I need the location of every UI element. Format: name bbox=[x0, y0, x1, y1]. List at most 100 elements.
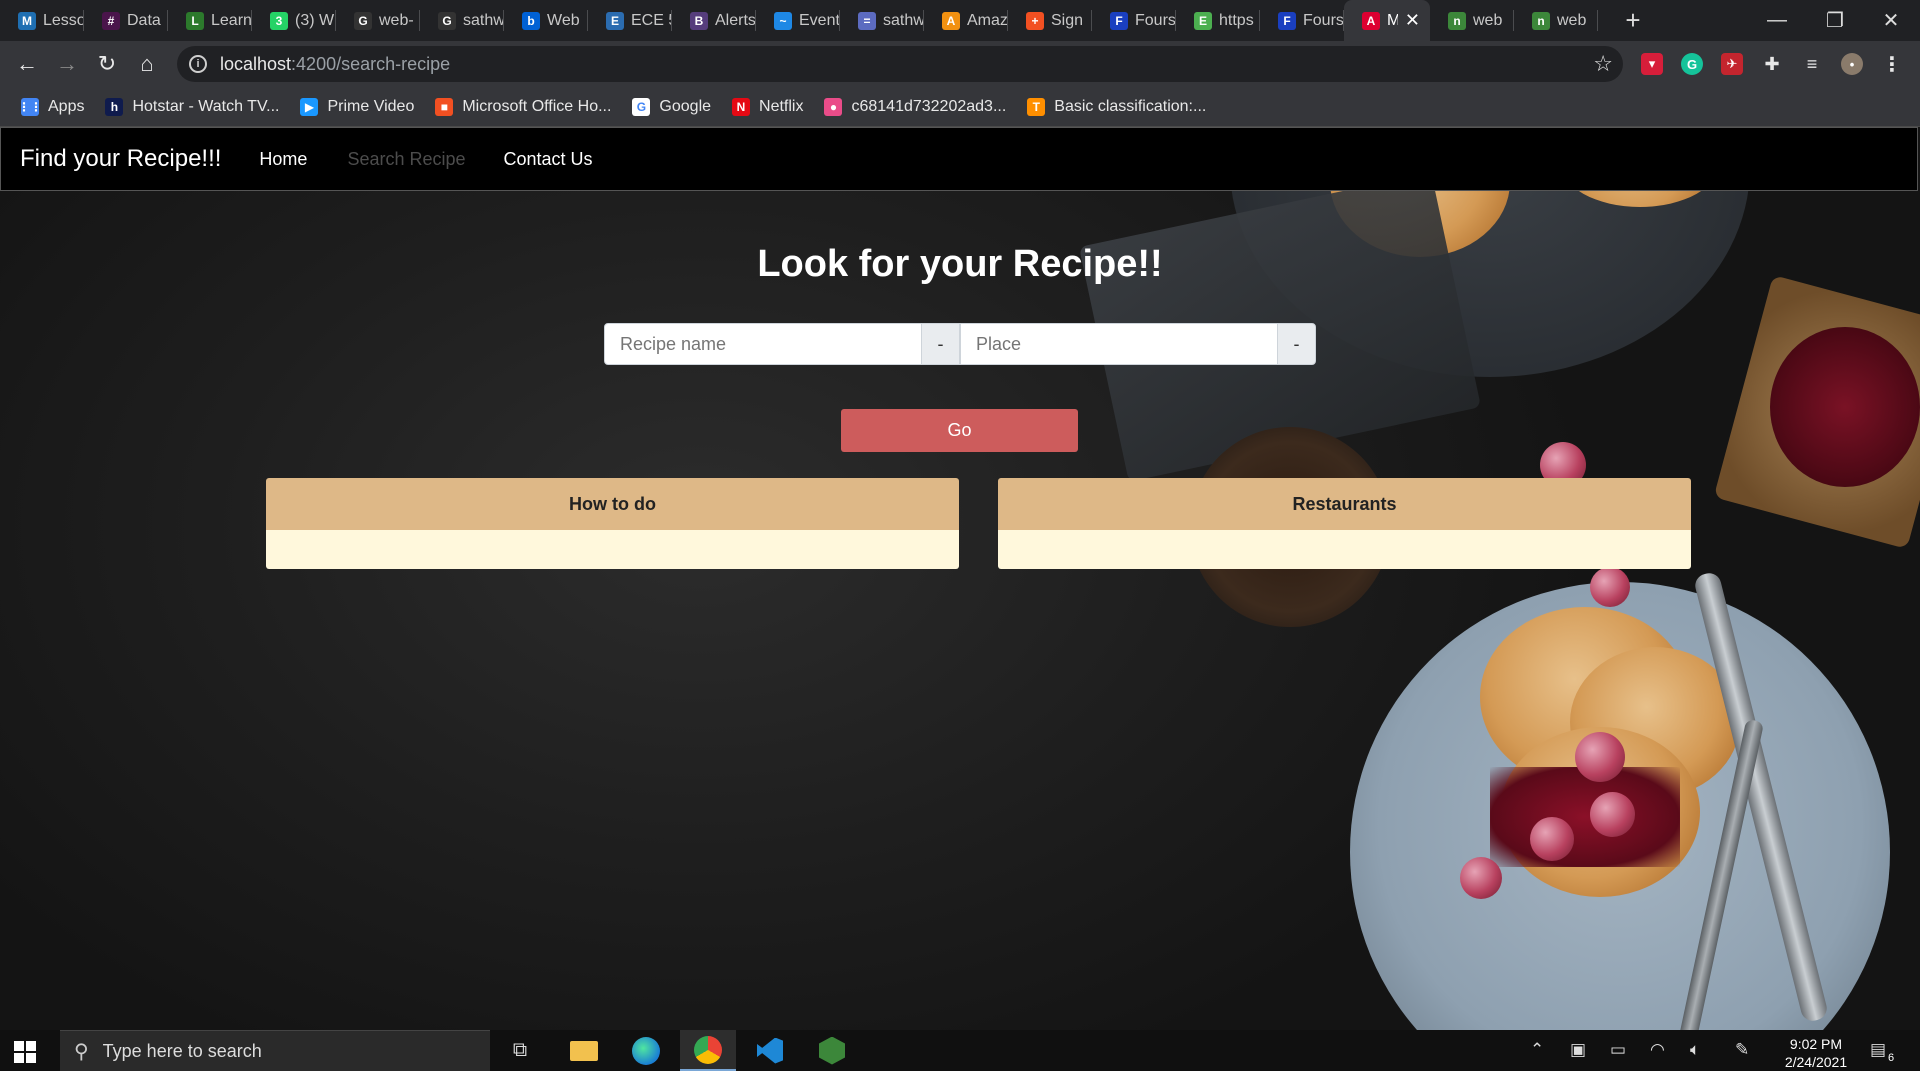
wave-icon: ~ bbox=[774, 11, 792, 30]
address-bar[interactable]: i localhost:4200/search-recipe ☆ bbox=[177, 46, 1623, 82]
raspberry bbox=[1575, 732, 1625, 782]
raspberry bbox=[1590, 567, 1630, 607]
tab-close-icon[interactable]: ✕ bbox=[1405, 10, 1420, 31]
nav-contact-us[interactable]: Contact Us bbox=[504, 149, 593, 170]
jam-jar bbox=[1770, 327, 1920, 487]
app-navbar: Find your Recipe!!! Home Search Recipe C… bbox=[0, 127, 1918, 191]
recipe-name-input[interactable] bbox=[604, 323, 922, 365]
bookmark-1[interactable]: h Hotstar - Watch TV... bbox=[105, 97, 279, 116]
tab-17[interactable]: n web bbox=[1430, 0, 1514, 41]
restaurants-header: Restaurants bbox=[998, 478, 1691, 530]
minimize-button[interactable]: — bbox=[1748, 0, 1806, 41]
profile-avatar[interactable]: • bbox=[1841, 53, 1863, 75]
site-info-icon[interactable]: i bbox=[189, 55, 207, 73]
tab-0[interactable]: M Lesso bbox=[0, 0, 84, 41]
taskbar-clock[interactable]: 9:02 PM 2/24/2021 bbox=[1776, 1035, 1856, 1071]
tab-title: Data bbox=[127, 11, 161, 29]
menu-kebab-icon[interactable]: ⋮ bbox=[1881, 53, 1903, 76]
wifi-icon[interactable]: ◠ bbox=[1650, 1040, 1665, 1060]
mendeley-extension-icon[interactable]: ✈ bbox=[1721, 53, 1743, 75]
tab-title: Fours bbox=[1135, 11, 1176, 29]
tab-7[interactable]: E ECE 5 bbox=[588, 0, 672, 41]
bookmark-label: Netflix bbox=[759, 97, 804, 115]
extensions-puzzle-icon[interactable]: ✚ bbox=[1761, 53, 1783, 75]
forward-icon[interactable]: → bbox=[51, 48, 83, 80]
bookmark-6[interactable]: ● c68141d732202ad3... bbox=[824, 97, 1006, 116]
tab-4[interactable]: Gweb- bbox=[336, 0, 420, 41]
go-button[interactable]: Go bbox=[841, 409, 1078, 452]
tab-15[interactable]: F Fours bbox=[1260, 0, 1344, 41]
tensorflow-icon: T bbox=[1027, 97, 1046, 116]
dribbble-icon: ● bbox=[824, 97, 843, 116]
bookmark-2[interactable]: ▶ Prime Video bbox=[300, 97, 414, 116]
home-icon[interactable]: ⌂ bbox=[131, 48, 163, 80]
place-input[interactable] bbox=[960, 323, 1279, 365]
tab-5[interactable]: Gsathw bbox=[420, 0, 504, 41]
windows-start-icon[interactable] bbox=[14, 1041, 36, 1063]
bookmark-label: Apps bbox=[48, 97, 85, 115]
pocket-extension-icon[interactable]: ▾ bbox=[1641, 53, 1663, 75]
meet-now-icon[interactable]: ▣ bbox=[1570, 1040, 1586, 1060]
grammarly-extension-icon[interactable]: G bbox=[1681, 53, 1703, 75]
page-viewport: Find your Recipe!!! Home Search Recipe C… bbox=[0, 127, 1920, 1030]
nav-home[interactable]: Home bbox=[259, 149, 307, 170]
tab-6[interactable]: b Web bbox=[504, 0, 588, 41]
notification-icon[interactable]: ▤ bbox=[1870, 1040, 1886, 1060]
restore-button[interactable]: ❐ bbox=[1806, 0, 1864, 41]
bookmark-3[interactable]: ■ Microsoft Office Ho... bbox=[435, 97, 611, 116]
bookmark-star-icon[interactable]: ☆ bbox=[1593, 51, 1613, 77]
tab-11[interactable]: A Amaz bbox=[924, 0, 1008, 41]
reload-icon[interactable]: ↻ bbox=[91, 48, 123, 80]
tab-title: sathw bbox=[883, 11, 924, 29]
microsoft-icon: + bbox=[1026, 11, 1044, 30]
search-icon: ⚲ bbox=[74, 1040, 89, 1063]
tab-title: Amaz bbox=[967, 11, 1008, 29]
edge-icon[interactable] bbox=[618, 1030, 674, 1071]
how-to-do-header: How to do bbox=[266, 478, 959, 530]
tab-strip: M Lesso # Data L Learn 3 (3) W Gweb- Gsathw b Web E E… bbox=[0, 0, 1920, 41]
tab-8[interactable]: B Alerts bbox=[672, 0, 756, 41]
show-hidden-icons[interactable]: ⌃ bbox=[1530, 1040, 1544, 1060]
tab-16[interactable]: A M ✕ bbox=[1344, 0, 1430, 41]
back-icon[interactable]: ← bbox=[11, 48, 43, 80]
recipe-name-addon: - bbox=[921, 323, 960, 365]
nodejs-icon[interactable] bbox=[804, 1030, 860, 1071]
vscode-icon[interactable] bbox=[742, 1030, 798, 1071]
tab-title: Web bbox=[547, 11, 580, 29]
tab-12[interactable]: + Sign bbox=[1008, 0, 1092, 41]
bookmark-0[interactable]: ⋮⋮ Apps bbox=[18, 97, 85, 116]
tab-9[interactable]: ~ Event bbox=[756, 0, 840, 41]
file-explorer-icon[interactable] bbox=[556, 1030, 612, 1071]
tab-title: ECE 5 bbox=[631, 11, 672, 29]
tab-1[interactable]: # Data bbox=[84, 0, 168, 41]
tab-14[interactable]: Ehttps bbox=[1176, 0, 1260, 41]
task-view-icon[interactable]: ⧉ bbox=[492, 1030, 548, 1071]
media-control-icon[interactable]: ≡ bbox=[1801, 53, 1823, 75]
tab-10[interactable]: = sathw bbox=[840, 0, 924, 41]
bookmark-label: Google bbox=[659, 97, 712, 115]
tab-title: web- bbox=[379, 11, 414, 29]
new-tab-button[interactable]: + bbox=[1618, 5, 1648, 36]
bookmark-5[interactable]: N Netflix bbox=[732, 97, 804, 116]
volume-icon[interactable]: 🔈︎ bbox=[1690, 1040, 1700, 1060]
tab-18[interactable]: n web bbox=[1514, 0, 1598, 41]
tab-3[interactable]: 3 (3) W bbox=[252, 0, 336, 41]
clock-time: 9:02 PM bbox=[1789, 1036, 1843, 1052]
tab-2[interactable]: L Learn bbox=[168, 0, 252, 41]
bookmark-7[interactable]: T Basic classification:... bbox=[1027, 97, 1206, 116]
node-icon: n bbox=[1532, 11, 1550, 30]
restaurants-card: Restaurants bbox=[998, 478, 1691, 569]
pen-icon[interactable]: ✎ bbox=[1735, 1040, 1749, 1060]
tab-13[interactable]: F Fours bbox=[1092, 0, 1176, 41]
brand-title[interactable]: Find your Recipe!!! bbox=[20, 145, 221, 173]
close-window-button[interactable]: ✕ bbox=[1862, 0, 1920, 41]
clock-date: 2/24/2021 bbox=[1784, 1054, 1848, 1070]
tab-title: Fours bbox=[1303, 11, 1344, 29]
bookmark-4[interactable]: G Google bbox=[632, 97, 712, 116]
chrome-icon[interactable] bbox=[680, 1030, 736, 1071]
battery-icon[interactable]: ▭ bbox=[1610, 1040, 1626, 1060]
browser-toolbar: ← → ↻ ⌂ i localhost:4200/search-recipe ☆… bbox=[0, 41, 1920, 87]
nav-search-recipe[interactable]: Search Recipe bbox=[347, 149, 465, 170]
taskbar-search[interactable]: ⚲ Type here to search bbox=[60, 1030, 490, 1071]
tab-title: https bbox=[1219, 11, 1254, 29]
